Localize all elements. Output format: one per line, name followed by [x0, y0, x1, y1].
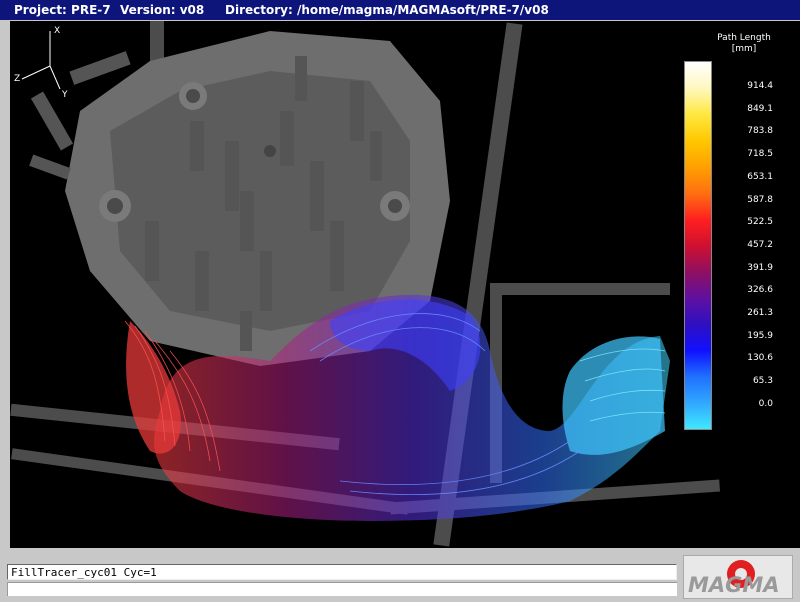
legend-tick-label: 195.9 — [747, 330, 773, 341]
project-label: Project: PRE-7 — [14, 3, 111, 17]
legend-tick-label: 326.6 — [747, 285, 773, 296]
logo-text: MAGMA — [688, 573, 780, 597]
axis-z-label: Z — [14, 74, 20, 84]
version-label: Version: v08 — [120, 3, 205, 17]
legend-title-unit: [mm] — [731, 44, 757, 54]
axis-triad: X Z Y — [14, 26, 68, 100]
casting-render — [10, 21, 721, 547]
magma-logo: MAGMA — [683, 555, 793, 599]
axis-x-label: X — [54, 26, 60, 36]
legend-tick-label: 130.6 — [747, 353, 773, 364]
legend-color-bar — [684, 61, 712, 430]
3d-viewport[interactable]: Path Length [mm] 914.4 849.1 783.8 718.5 653… — [10, 21, 800, 548]
legend-tick-label: 849.1 — [747, 103, 773, 114]
status-message-field: FillTracer_cyc01 Cyc=1 — [7, 564, 677, 580]
legend-tick-label: 653.1 — [747, 171, 773, 182]
legend-tick-label: 261.3 — [747, 308, 773, 318]
legend-title: Path Length [mm] — [700, 33, 788, 55]
legend-tick-label: 391.9 — [747, 262, 773, 273]
legend-tick-label: 0.0 — [758, 398, 773, 409]
legend-tick-label: 457.2 — [747, 239, 773, 250]
title-bar: Project: PRE-7 Version: v08 Directory: /… — [0, 0, 800, 20]
legend-tick-label: 783.8 — [747, 126, 773, 137]
status-secondary-field — [7, 582, 677, 596]
legend-tick-label: 587.8 — [747, 194, 773, 205]
legend-title-quantity: Path Length — [717, 33, 771, 43]
legend-tick-label: 522.5 — [747, 217, 773, 228]
legend-tick-label: 718.5 — [747, 149, 773, 160]
status-bar: FillTracer_cyc01 Cyc=1 MAGMA — [0, 548, 800, 602]
legend-tick-label: 914.4 — [747, 81, 773, 91]
axis-y-label: Y — [61, 90, 68, 100]
legend-tick-label: 65.3 — [752, 376, 773, 387]
directory-label: Directory: /home/magma/MAGMAsoft/PRE-7/v… — [225, 3, 549, 17]
